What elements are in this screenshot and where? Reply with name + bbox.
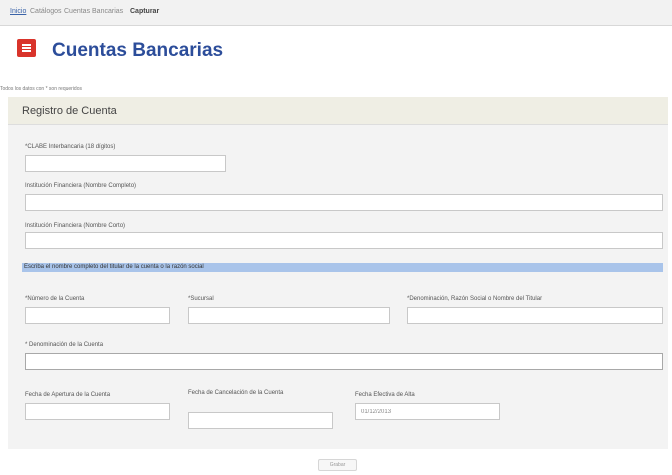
info-bar-text: Escriba el nombre completo del titular d… (24, 264, 204, 270)
clabe-input[interactable] (25, 155, 226, 172)
info-bar: Escriba el nombre completo del titular d… (22, 263, 663, 272)
breadcrumb-home-link[interactable]: Inicio (10, 8, 26, 15)
page-title: Cuentas Bancarias (52, 40, 224, 61)
account-name-input[interactable] (25, 353, 663, 370)
breadcrumb-accounts-link[interactable]: Cuentas Bancarias (64, 8, 123, 15)
account-number-label: *Número de la Cuenta (25, 296, 85, 302)
branch-label: *Sucursal (188, 296, 214, 302)
breadcrumb-bar: Inicio Catálogos Cuentas Bancarias Captu… (0, 0, 672, 26)
holder-label: *Denominación, Razón Social o Nombre del… (407, 296, 543, 302)
menu-icon[interactable] (17, 39, 36, 57)
institution-full-input[interactable] (25, 194, 663, 211)
breadcrumb-catalogs-link[interactable]: Catálogos (30, 8, 62, 15)
panel-title: Registro de Cuenta (22, 105, 117, 117)
branch-input[interactable] (188, 307, 390, 324)
holder-input[interactable] (407, 307, 663, 324)
clabe-label: *CLABE Interbancaria (18 dígitos) (25, 144, 116, 150)
effective-date-input[interactable] (355, 403, 500, 420)
institution-short-label: Institución Financiera (Nombre Corto) (25, 223, 126, 229)
breadcrumb-current: Capturar (130, 8, 160, 15)
cancel-date-label: Fecha de Cancelación de la Cuenta (188, 390, 284, 396)
cancel-date-input[interactable] (188, 412, 333, 429)
effective-date-label: Fecha Efectiva de Alta (355, 392, 415, 398)
institution-full-label: Institución Financiera (Nombre Completo) (25, 183, 137, 189)
opening-date-label: Fecha de Apertura de la Cuenta (25, 392, 111, 398)
account-number-input[interactable] (25, 307, 170, 324)
panel-header: Registro de Cuenta (8, 97, 668, 125)
account-name-label: * Denominación de la Cuenta (25, 342, 104, 348)
save-button[interactable]: Grabar (318, 459, 357, 471)
opening-date-input[interactable] (25, 403, 170, 420)
required-note: Todos los datos con * son requeridos (0, 86, 82, 92)
institution-short-input[interactable] (25, 232, 663, 249)
